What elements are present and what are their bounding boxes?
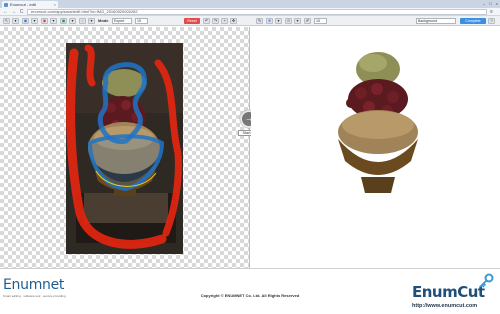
mode-label: Mode <box>98 18 109 23</box>
back-icon[interactable]: ← <box>3 9 8 15</box>
brush-tool-icon[interactable]: ✎ <box>256 18 263 24</box>
browser-tab-bar: Enumcut - edit × – □ × <box>0 0 500 8</box>
background-brush-icon[interactable]: ◉ <box>41 18 48 24</box>
reload-icon[interactable]: C <box>19 9 24 15</box>
enumcut-logo[interactable]: EnumCut <box>412 283 485 301</box>
result-image <box>338 52 418 193</box>
address-bar: ← → C enumcut.com/app/smartedit.html?id=… <box>0 8 500 16</box>
eraser-tool-icon[interactable]: ◼ <box>60 18 67 24</box>
pointer-tool-icon[interactable]: ↖ <box>3 18 10 24</box>
tab-close-icon[interactable]: × <box>54 2 56 7</box>
size-select[interactable]: 15 <box>135 18 148 24</box>
browser-menu-icon[interactable]: ≡ <box>490 9 493 15</box>
enumcut-url[interactable]: http://www.enumcut.com <box>412 303 477 309</box>
url-input[interactable]: enumcut.com/app/smartedit.html?id=IMG_20… <box>27 8 487 15</box>
favicon-icon <box>4 2 8 7</box>
brush-size-select[interactable]: 15 <box>314 18 327 24</box>
remove-area-dropdown-icon[interactable]: ▾ <box>294 18 301 24</box>
tab-title: Enumcut - edit <box>10 2 36 7</box>
source-photo[interactable] <box>66 43 183 254</box>
key-icon <box>479 273 494 288</box>
complete-button[interactable]: Complete <box>460 18 486 24</box>
window-controls: – □ × <box>483 1 498 6</box>
fit-screen-icon[interactable]: ✥ <box>230 18 237 24</box>
browser-tab[interactable]: Enumcut - edit × <box>2 1 58 8</box>
lasso-tool-icon[interactable]: ◌ <box>79 18 86 24</box>
remove-area-icon[interactable]: ⊖ <box>285 18 292 24</box>
add-area-dropdown-icon[interactable]: ▾ <box>275 18 282 24</box>
result-canvas <box>251 27 500 268</box>
reset-button[interactable]: Reset <box>184 18 200 24</box>
foreground-brush-icon[interactable]: ◉ <box>22 18 29 24</box>
foreground-brush-dropdown-icon[interactable]: ▾ <box>31 18 38 24</box>
source-photo-graphic <box>66 43 183 254</box>
redo-icon[interactable]: ↷ <box>212 18 219 24</box>
minimize-button[interactable]: – <box>483 1 485 6</box>
lasso-dropdown-icon[interactable]: ▾ <box>88 18 95 24</box>
select-tool-icon[interactable]: ▾ <box>12 18 19 24</box>
close-window-button[interactable]: × <box>496 1 498 6</box>
eraser-dropdown-icon[interactable]: ▾ <box>69 18 76 24</box>
add-area-icon[interactable]: ⊕ <box>266 18 273 24</box>
zoom-in-icon[interactable]: + <box>221 18 228 24</box>
help-icon[interactable]: ? <box>488 18 495 24</box>
maximize-button[interactable]: □ <box>489 1 491 6</box>
forward-icon[interactable]: → <box>11 9 16 15</box>
mode-select[interactable]: Expert <box>112 18 132 24</box>
enumnet-logo[interactable]: Enumnet <box>3 277 64 293</box>
undo-icon[interactable]: ↶ <box>203 18 210 24</box>
brush-size-icon[interactable]: ✐ <box>304 18 311 24</box>
page-footer: Enumnet Smart editing · software tool · … <box>0 268 500 314</box>
background-brush-dropdown-icon[interactable]: ▾ <box>50 18 57 24</box>
editor-toolbar: ↖ ▾ ◉ ▾ ◉ ▾ ◼ ▾ ◌ ▾ Mode Expert 15 Reset… <box>0 16 500 26</box>
background-select[interactable]: Background <box>416 18 456 24</box>
